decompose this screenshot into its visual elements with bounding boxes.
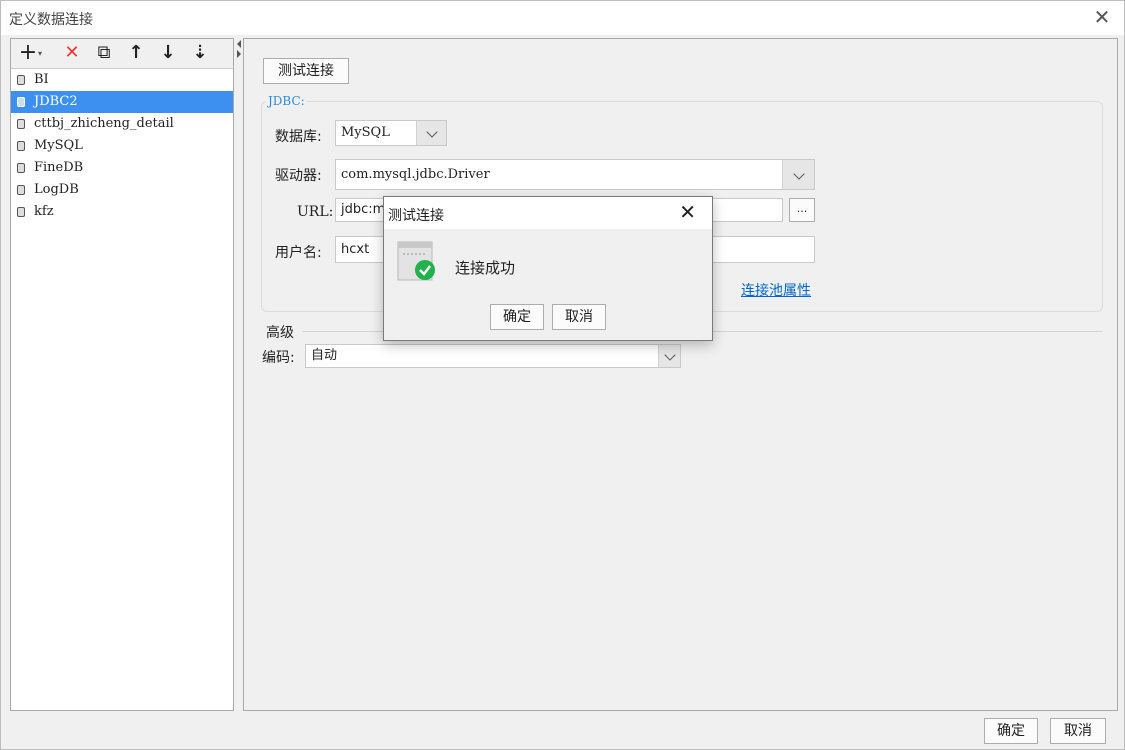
- delete-icon[interactable]: ✕: [61, 42, 83, 64]
- cancel-button[interactable]: 取消: [1050, 718, 1106, 744]
- driver-select[interactable]: com.mysql.jdbc.Driver: [335, 159, 815, 190]
- connection-item[interactable]: JDBC2: [11, 91, 233, 113]
- connection-item[interactable]: MySQL: [11, 135, 233, 157]
- dialog-title: 测试连接: [388, 208, 444, 224]
- connection-item[interactable]: cttbj_zhicheng_detail: [11, 113, 233, 135]
- username-input-value: hcxt: [341, 242, 370, 257]
- success-check-icon: [397, 241, 435, 281]
- connection-detail-panel: 测试连接 JDBC: 数据库: MySQL 驱动器: com.mysql.jdb…: [243, 38, 1118, 711]
- url-label: URL:: [297, 204, 334, 220]
- jdbc-group-label: JDBC:: [266, 94, 307, 108]
- database-icon: [17, 119, 25, 129]
- panel-splitter[interactable]: [235, 38, 243, 711]
- test-connection-button[interactable]: 测试连接: [263, 58, 349, 84]
- connection-list: BI JDBC2 cttbj_zhicheng_detail MySQL FineDB L…: [11, 69, 233, 223]
- encoding-label: 编码:: [262, 350, 295, 366]
- encoding-select[interactable]: 自动: [305, 344, 681, 368]
- connection-toolbar: + ▾ ✕ ⧉ ↑ ↓ ⇣: [11, 39, 233, 69]
- chevron-down-icon[interactable]: [416, 121, 446, 145]
- dialog-close-icon[interactable]: ✕: [679, 202, 696, 222]
- url-input-value: jdbc:m: [341, 202, 386, 217]
- connection-item-label: kfz: [34, 204, 54, 219]
- advanced-label: 高级: [266, 325, 294, 341]
- database-icon: [17, 97, 25, 107]
- chevron-down-icon[interactable]: [782, 160, 814, 189]
- move-up-icon[interactable]: ↑: [125, 42, 147, 64]
- add-dropdown-icon[interactable]: ▾: [38, 49, 42, 58]
- connection-item[interactable]: BI: [11, 69, 233, 91]
- collapse-arrows-icon[interactable]: [235, 38, 243, 58]
- window-close-icon[interactable]: ✕: [1092, 7, 1112, 27]
- window-titlebar: 定义数据连接 ✕: [1, 1, 1124, 35]
- connection-list-panel: + ▾ ✕ ⧉ ↑ ↓ ⇣ BI JDBC2 cttbj_zhicheng_deta…: [10, 38, 234, 711]
- pool-properties-link[interactable]: 连接池属性: [741, 280, 811, 300]
- data-connection-window: 定义数据连接 ✕ + ▾ ✕ ⧉ ↑ ↓ ⇣ BI JDBC2 cttbj_zhic…: [0, 0, 1125, 750]
- connection-item[interactable]: kfz: [11, 201, 233, 223]
- database-icon: [17, 185, 25, 195]
- database-select[interactable]: MySQL: [335, 120, 447, 146]
- dialog-message: 连接成功: [455, 259, 516, 277]
- url-browse-button[interactable]: ...: [789, 198, 815, 222]
- connection-item[interactable]: FineDB: [11, 157, 233, 179]
- encoding-select-value: 自动: [311, 348, 338, 363]
- add-icon[interactable]: +: [17, 42, 39, 64]
- copy-icon[interactable]: ⧉: [93, 42, 115, 64]
- connection-item-label: MySQL: [34, 138, 83, 153]
- database-icon: [17, 207, 25, 217]
- ok-button[interactable]: 确定: [984, 718, 1038, 744]
- connection-item-label: JDBC2: [34, 94, 78, 109]
- connection-item-label: BI: [34, 72, 49, 87]
- connection-item-label: cttbj_zhicheng_detail: [34, 116, 174, 131]
- database-icon: [17, 75, 25, 85]
- connection-item-label: FineDB: [34, 160, 84, 175]
- dialog-cancel-button[interactable]: 取消: [552, 304, 606, 330]
- connection-item[interactable]: LogDB: [11, 179, 233, 201]
- move-down-icon[interactable]: ↓: [157, 42, 179, 64]
- driver-label: 驱动器:: [275, 168, 322, 184]
- database-icon: [17, 141, 25, 151]
- dialog-ok-button[interactable]: 确定: [490, 304, 544, 330]
- database-label: 数据库:: [275, 129, 322, 145]
- dialog-titlebar: 测试连接 ✕: [384, 197, 712, 229]
- chevron-down-icon[interactable]: [658, 345, 680, 367]
- driver-select-value: com.mysql.jdbc.Driver: [341, 167, 490, 182]
- sort-icon[interactable]: ⇣: [189, 42, 211, 64]
- username-label: 用户名:: [275, 245, 322, 261]
- database-select-value: MySQL: [341, 125, 390, 140]
- test-connection-dialog: 测试连接 ✕ 连接成功 确定 取消: [383, 196, 713, 341]
- window-footer: 确定 取消: [1, 711, 1124, 749]
- database-icon: [17, 163, 25, 173]
- window-title: 定义数据连接: [9, 12, 93, 28]
- connection-item-label: LogDB: [34, 182, 79, 197]
